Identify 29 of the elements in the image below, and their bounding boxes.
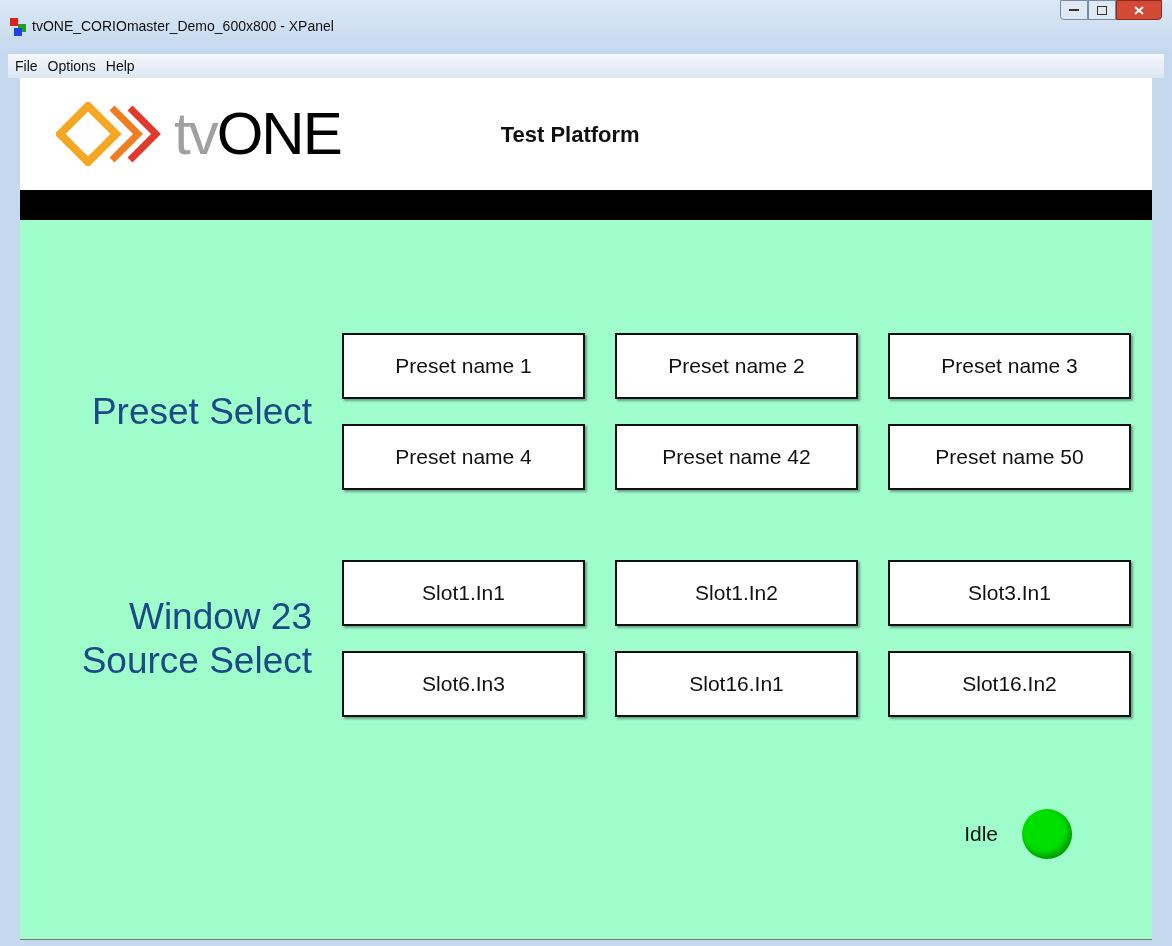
section-label: Window 23 (128, 594, 312, 639)
section-label: Preset Select (91, 389, 312, 434)
window-title: tvONE_CORIOmaster_Demo_600x800 - XPanel (32, 16, 334, 36)
minimize-icon (1069, 8, 1079, 12)
select-button[interactable]: Preset name 3 (888, 333, 1131, 399)
status-label: Idle (964, 821, 998, 848)
select-button[interactable]: Slot16.In1 (615, 651, 858, 717)
select-button[interactable]: Slot6.In3 (342, 651, 585, 717)
close-icon (1134, 5, 1144, 15)
select-button[interactable]: Preset name 2 (615, 333, 858, 399)
maximize-icon (1097, 5, 1107, 15)
select-button[interactable]: Slot1.In2 (615, 560, 858, 626)
logo-wordmark: tvONE (174, 104, 341, 164)
select-button[interactable]: Preset name 1 (342, 333, 585, 399)
maximize-button[interactable] (1088, 0, 1116, 20)
menu-item[interactable]: Options (42, 55, 101, 77)
close-button[interactable] (1116, 0, 1162, 20)
app-icon (10, 18, 28, 36)
select-button[interactable]: Slot3.In1 (888, 560, 1131, 626)
select-button[interactable]: Preset name 4 (342, 424, 585, 490)
menu-item[interactable]: File (10, 55, 43, 77)
select-button[interactable]: Slot1.In1 (342, 560, 585, 626)
select-button[interactable]: Preset name 42 (615, 424, 858, 490)
select-button[interactable]: Preset name 50 (888, 424, 1131, 490)
section-label: Source Select (81, 638, 312, 683)
header-title: Test Platform (500, 120, 640, 149)
select-button[interactable]: Slot16.In2 (888, 651, 1131, 717)
minimize-button[interactable] (1060, 0, 1088, 20)
menu-item[interactable]: Help (100, 55, 140, 77)
